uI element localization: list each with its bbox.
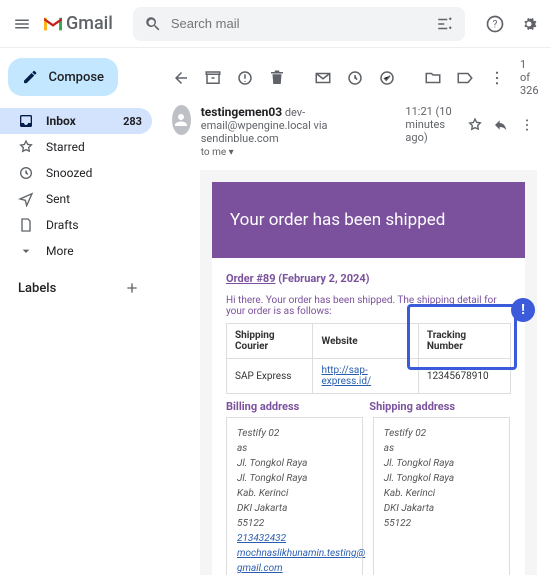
gmail-logo: Gmail — [42, 13, 113, 34]
annotation-callout: ! — [511, 298, 535, 322]
sidebar-label-starred: Starred — [46, 140, 85, 154]
order-date: (February 2, 2024) — [276, 272, 370, 285]
search-icon — [143, 14, 163, 34]
settings-icon[interactable] — [519, 14, 539, 34]
recipients-dropdown-icon: ▾ — [229, 147, 234, 158]
task-icon[interactable] — [378, 68, 396, 88]
archive-icon[interactable] — [204, 68, 222, 88]
to-line[interactable]: to me ▾ — [201, 147, 396, 158]
sidebar-label-inbox: Inbox — [46, 114, 76, 128]
label-icon[interactable] — [456, 68, 474, 88]
drafts-icon — [18, 217, 34, 233]
billing-address: Testify 02 as Jl. Tongkol Raya Jl. Tongk… — [226, 417, 363, 575]
search-options-icon[interactable] — [435, 14, 455, 34]
inbox-count: 283 — [123, 115, 142, 128]
menu-icon[interactable] — [12, 14, 32, 34]
unread-icon[interactable] — [314, 68, 332, 88]
billing-phone-link[interactable]: 213432432 — [237, 531, 352, 546]
sidebar-label-drafts: Drafts — [46, 218, 79, 232]
compose-label: Compose — [48, 70, 104, 85]
labels-section: Labels — [8, 264, 152, 298]
back-icon[interactable] — [172, 68, 190, 88]
search-bar[interactable] — [133, 7, 465, 41]
sidebar-item-snoozed[interactable]: Snoozed — [0, 160, 152, 186]
th-website: Website — [313, 324, 418, 359]
gmail-brand-text: Gmail — [66, 13, 113, 34]
from-name: testingemen03 — [201, 105, 282, 119]
message-time: 11:21 (10 minutes ago) — [405, 105, 457, 144]
delete-icon[interactable] — [268, 68, 286, 88]
email-body-container: Your order has been shipped Order #89 (F… — [200, 170, 537, 575]
sidebar-item-inbox[interactable]: Inbox 283 — [0, 108, 152, 134]
gmail-m-icon — [42, 16, 64, 32]
move-icon[interactable] — [424, 68, 442, 88]
sidebar-item-drafts[interactable]: Drafts — [0, 212, 152, 238]
paginate-text: 1 of 326 — [520, 58, 539, 97]
spam-icon[interactable] — [236, 68, 254, 88]
more-icon[interactable] — [488, 68, 506, 88]
snooze-icon[interactable] — [346, 68, 364, 88]
inbox-icon — [18, 113, 34, 129]
annotation-highlight — [407, 304, 517, 370]
message-toolbar: 1 of 326 — [166, 54, 541, 105]
reply-icon[interactable] — [493, 115, 509, 135]
search-input[interactable] — [171, 16, 435, 31]
compose-button[interactable]: Compose — [8, 58, 118, 96]
email-banner: Your order has been shipped — [212, 182, 525, 258]
chevron-down-icon — [18, 243, 34, 259]
sidebar-item-sent[interactable]: Sent — [0, 186, 152, 212]
clock-icon — [18, 165, 34, 181]
avatar — [172, 105, 191, 135]
td-website-link[interactable]: http://sap-express.id/ — [321, 365, 371, 387]
more-message-icon[interactable] — [519, 115, 535, 135]
support-icon[interactable]: ? — [485, 14, 505, 34]
sidebar-item-more[interactable]: More — [0, 238, 152, 264]
labels-header: Labels — [18, 281, 56, 296]
from-line: testingemen03 dev-email@wpengine.local v… — [201, 105, 396, 145]
add-label-icon[interactable] — [122, 278, 142, 298]
sidebar-label-more: More — [46, 244, 74, 258]
sidebar-item-starred[interactable]: Starred — [0, 134, 152, 160]
content-pane: 1 of 326 testingemen03 dev-email@wpengin… — [160, 48, 551, 575]
pencil-icon — [22, 68, 38, 86]
billing-email-link-2[interactable]: gmail.com — [237, 561, 352, 575]
th-courier: Shipping Courier — [227, 324, 313, 359]
sent-icon — [18, 191, 34, 207]
shipping-address: Testify 02 as Jl. Tongkol Raya Jl. Tongk… — [373, 417, 510, 575]
shipping-header: Shipping address — [369, 400, 455, 413]
td-courier: SAP Express — [227, 359, 313, 394]
sidebar-label-sent: Sent — [46, 192, 70, 206]
star-icon — [18, 139, 34, 155]
order-line: Order #89 (February 2, 2024) — [226, 272, 511, 285]
message-header: testingemen03 dev-email@wpengine.local v… — [166, 105, 541, 164]
order-link[interactable]: Order #89 — [226, 272, 276, 285]
svg-text:?: ? — [493, 19, 498, 30]
sidebar-label-snoozed: Snoozed — [46, 166, 92, 180]
billing-header: Billing address — [226, 400, 299, 413]
sidebar: Compose Inbox 283 Starred Snoozed Sent D… — [0, 48, 160, 575]
billing-email-link-1[interactable]: mochnaslikhunamin.testing@ — [237, 546, 352, 561]
star-message-icon[interactable] — [467, 115, 483, 135]
